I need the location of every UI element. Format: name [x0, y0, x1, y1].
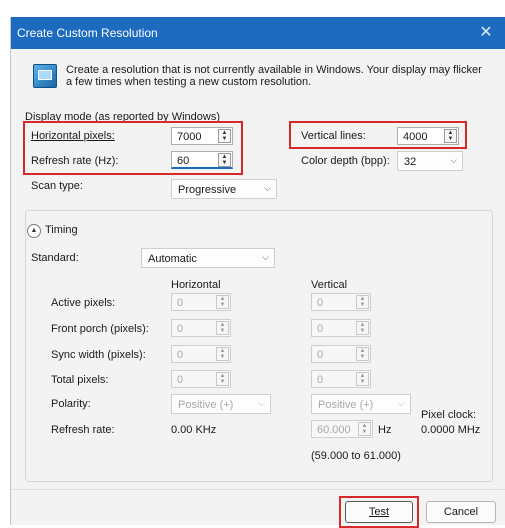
spin-arrows-icon[interactable]: ▲ ▼ — [358, 422, 371, 436]
active-pixels-label: Active pixels: — [51, 297, 116, 309]
vertical-refresh-range: (59.000 to 61.000) — [311, 450, 401, 462]
polarity-h-value: Positive (+) — [178, 399, 234, 411]
scan-type-label: Scan type: — [31, 180, 83, 192]
polarity-v-select[interactable]: Positive (+) ⌵ — [311, 394, 411, 414]
highlight-box-horizontal-refresh — [23, 121, 243, 175]
create-custom-resolution-dialog: Create Custom Resolution ✕ Create a reso… — [10, 17, 505, 528]
chevron-down-icon: ⌵ — [398, 398, 405, 408]
color-depth-value: 32 — [404, 156, 417, 168]
sync-width-label: Sync width (pixels): — [51, 349, 146, 361]
chevron-down-icon: ⌵ — [264, 183, 271, 193]
active-pixels-v-value: 0 — [317, 297, 324, 309]
sync-width-v-value: 0 — [317, 349, 324, 361]
vertical-column-header: Vertical — [311, 279, 348, 291]
color-depth-select[interactable]: 32 ⌵ — [397, 151, 463, 171]
spin-arrows-icon[interactable]: ▲ ▼ — [216, 347, 229, 361]
info-text: Create a resolution that is not currentl… — [66, 64, 482, 88]
spin-arrows-icon[interactable]: ▲ ▼ — [216, 372, 229, 386]
cancel-button[interactable]: Cancel — [426, 501, 496, 523]
cancel-button-label: Cancel — [443, 506, 479, 518]
timing-toggle-label[interactable]: Timing — [45, 224, 78, 236]
spin-arrows-icon[interactable]: ▲ ▼ — [216, 321, 229, 335]
horizontal-refresh-value: 0.00 KHz — [171, 424, 217, 436]
spin-arrows-icon[interactable]: ▲ ▼ — [216, 295, 229, 309]
title-bar[interactable]: Create Custom Resolution ✕ — [11, 17, 505, 49]
polarity-v-value: Positive (+) — [318, 399, 374, 411]
spin-arrows-icon[interactable]: ▲ ▼ — [356, 321, 369, 335]
front-porch-label: Front porch (pixels): — [51, 323, 149, 335]
spin-arrows-icon[interactable]: ▲ ▼ — [356, 347, 369, 361]
highlight-box-test — [339, 496, 419, 528]
front-porch-h-value: 0 — [177, 323, 184, 335]
vertical-refresh-input[interactable]: 60.000 ▲ ▼ — [311, 420, 373, 438]
active-pixels-h-value: 0 — [177, 297, 184, 309]
highlight-box-vertical — [289, 121, 467, 149]
standard-label: Standard: — [31, 252, 79, 264]
spin-arrows-icon[interactable]: ▲ ▼ — [356, 372, 369, 386]
vertical-refresh-unit: Hz — [378, 424, 392, 436]
total-pixels-h-value: 0 — [177, 374, 184, 386]
monitor-icon — [33, 64, 57, 88]
refresh-rate-timing-label: Refresh rate: — [51, 424, 115, 436]
active-pixels-v-input[interactable]: 0 ▲ ▼ — [311, 293, 371, 311]
vertical-refresh-value: 60.000 — [317, 424, 351, 436]
front-porch-h-input[interactable]: 0 ▲ ▼ — [171, 319, 231, 337]
close-icon[interactable]: ✕ — [466, 17, 505, 49]
spin-arrows-icon[interactable]: ▲ ▼ — [356, 295, 369, 309]
horizontal-column-header: Horizontal — [171, 279, 221, 291]
collapse-timing-icon[interactable]: ▲ — [27, 224, 41, 238]
chevron-down-icon: ⌵ — [258, 398, 265, 408]
color-depth-label: Color depth (bpp): — [301, 155, 390, 167]
active-pixels-h-input[interactable]: 0 ▲ ▼ — [171, 293, 231, 311]
front-porch-v-value: 0 — [317, 323, 324, 335]
chevron-down-icon: ⌵ — [262, 252, 269, 262]
scan-type-value: Progressive — [178, 184, 237, 196]
scan-type-select[interactable]: Progressive ⌵ — [171, 179, 277, 199]
polarity-label: Polarity: — [51, 398, 91, 410]
total-pixels-v-input[interactable]: 0 ▲ ▼ — [311, 370, 371, 388]
sync-width-v-input[interactable]: 0 ▲ ▼ — [311, 345, 371, 363]
pixel-clock-value: 0.0000 MHz — [421, 424, 481, 436]
front-porch-v-input[interactable]: 0 ▲ ▼ — [311, 319, 371, 337]
chevron-down-icon: ⌵ — [450, 155, 457, 165]
standard-select[interactable]: Automatic ⌵ — [141, 248, 275, 268]
total-pixels-v-value: 0 — [317, 374, 324, 386]
pixel-clock-label: Pixel clock: — [421, 409, 477, 421]
footer-divider — [11, 489, 505, 490]
sync-width-h-input[interactable]: 0 ▲ ▼ — [171, 345, 231, 363]
sync-width-h-value: 0 — [177, 349, 184, 361]
standard-value: Automatic — [148, 253, 197, 265]
polarity-h-select[interactable]: Positive (+) ⌵ — [171, 394, 271, 414]
total-pixels-h-input[interactable]: 0 ▲ ▼ — [171, 370, 231, 388]
total-pixels-label: Total pixels: — [51, 374, 109, 386]
window-title: Create Custom Resolution — [17, 26, 158, 40]
